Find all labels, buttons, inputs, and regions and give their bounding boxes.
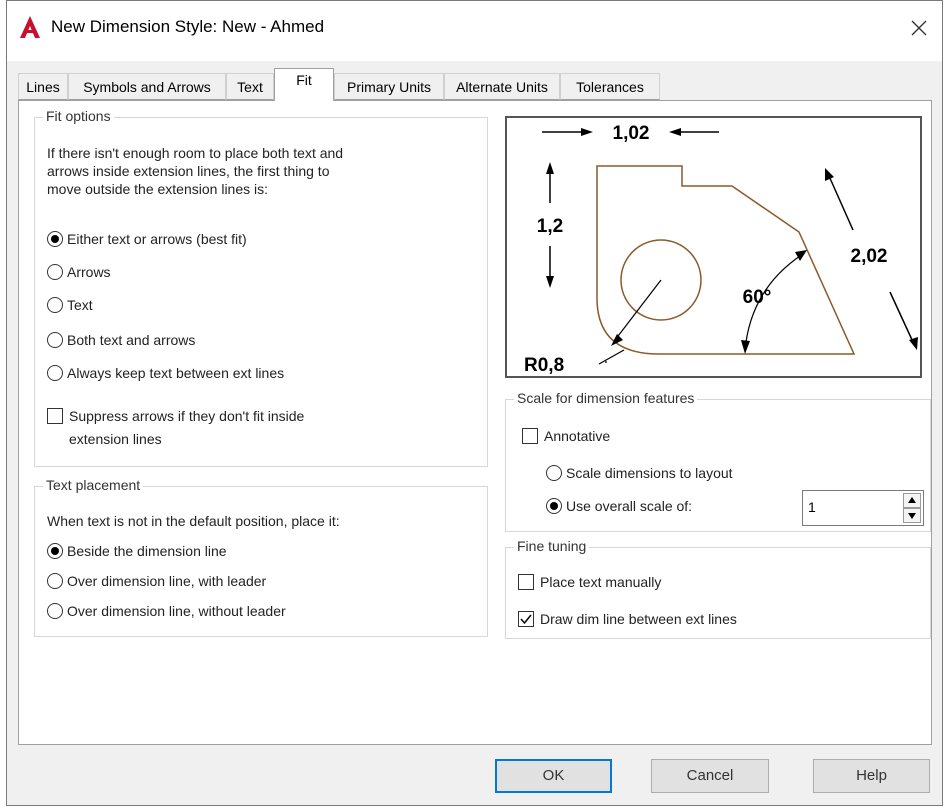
either-text-or-arrows-radio[interactable]: [47, 231, 63, 247]
left-dimension-text: 1,2: [537, 216, 563, 237]
autocad-logo-icon: [20, 16, 40, 38]
beside-dimension-line-label[interactable]: Beside the dimension line: [67, 543, 227, 560]
arrows-label[interactable]: Arrows: [67, 264, 111, 281]
tab-text[interactable]: Text: [226, 73, 274, 100]
suppress-arrows-checkbox[interactable]: [47, 408, 63, 424]
text-label[interactable]: Text: [67, 297, 93, 314]
cancel-button[interactable]: Cancel: [651, 759, 769, 793]
beside-dimension-line-radio[interactable]: [47, 543, 63, 559]
dialog-window: New Dimension Style: New - Ahmed Lines S…: [6, 0, 943, 806]
annotative-label[interactable]: Annotative: [544, 428, 610, 445]
overall-scale-label[interactable]: Use overall scale of:: [566, 498, 692, 515]
dimension-preview: 1,02 1,2 R0,8 60° 2,02: [505, 116, 922, 378]
tab-symbols-and-arrows[interactable]: Symbols and Arrows: [68, 73, 226, 100]
suppress-arrows-label[interactable]: extension lines: [69, 431, 162, 448]
preview-drawing: 1,02 1,2 R0,8 60° 2,02: [524, 123, 918, 376]
text-placement-group: Text placement When text is not in the d…: [34, 477, 488, 637]
over-with-leader-label[interactable]: Over dimension line, with leader: [67, 573, 266, 590]
place-text-manually-label[interactable]: Place text manually: [540, 574, 661, 591]
scale-title: Scale for dimension features: [514, 390, 698, 406]
arrows-radio[interactable]: [47, 264, 63, 280]
text-placement-description: When text is not in the default position…: [47, 513, 340, 529]
top-dimension-text: 1,02: [613, 123, 650, 144]
both-text-and-arrows-label[interactable]: Both text and arrows: [67, 332, 195, 349]
text-placement-title: Text placement: [43, 477, 144, 493]
always-keep-text-label[interactable]: Always keep text between ext lines: [67, 365, 284, 382]
ok-button[interactable]: OK: [495, 759, 612, 793]
over-without-leader-label[interactable]: Over dimension line, without leader: [67, 603, 286, 620]
fit-description-line: If there isn't enough room to place both…: [47, 145, 344, 161]
tab-lines[interactable]: Lines: [18, 73, 68, 100]
radius-dimension-text: R0,8: [524, 355, 564, 376]
either-text-or-arrows-label[interactable]: Either text or arrows (best fit): [67, 231, 247, 248]
tab-alternate-units[interactable]: Alternate Units: [444, 73, 560, 100]
right-dimension-text: 2,02: [851, 246, 888, 267]
scale-to-layout-radio[interactable]: [546, 465, 562, 481]
fine-tuning-title: Fine tuning: [514, 538, 590, 554]
draw-dim-line-checkbox[interactable]: [518, 611, 534, 627]
suppress-arrows-label[interactable]: Suppress arrows if they don't fit inside: [69, 408, 304, 425]
window-title: New Dimension Style: New - Ahmed: [51, 17, 325, 36]
fit-description-line: arrows inside extension lines, the first…: [47, 163, 330, 179]
scale-to-layout-label[interactable]: Scale dimensions to layout: [566, 465, 733, 482]
fine-tuning-group: Fine tuning Place text manually Draw dim…: [505, 538, 931, 639]
fit-options-group: Fit options If there isn't enough room t…: [34, 108, 488, 467]
place-text-manually-checkbox[interactable]: [518, 574, 534, 590]
fit-tab-panel: Fit options If there isn't enough room t…: [18, 100, 932, 745]
fit-description-line: move outside the extension lines is:: [47, 181, 269, 197]
checkmark-icon: [520, 614, 532, 625]
over-with-leader-radio[interactable]: [47, 573, 63, 589]
draw-dim-line-label[interactable]: Draw dim line between ext lines: [540, 611, 737, 628]
close-icon[interactable]: [906, 15, 932, 41]
tab-fit[interactable]: Fit: [274, 68, 334, 101]
overall-scale-input[interactable]: 1: [802, 490, 924, 526]
overall-scale-radio[interactable]: [546, 498, 562, 514]
help-button[interactable]: Help: [813, 759, 930, 793]
tab-primary-units[interactable]: Primary Units: [334, 73, 444, 100]
annotative-checkbox[interactable]: [522, 428, 538, 444]
both-text-and-arrows-radio[interactable]: [47, 332, 63, 348]
title-bar: New Dimension Style: New - Ahmed: [7, 1, 942, 61]
angle-dimension-text: 60°: [743, 287, 772, 308]
always-keep-text-radio[interactable]: [47, 365, 63, 381]
fit-options-title: Fit options: [43, 108, 114, 124]
spin-up-button[interactable]: [903, 493, 921, 508]
text-radio[interactable]: [47, 297, 63, 313]
triangle-down-icon: [908, 513, 916, 519]
triangle-up-icon: [908, 497, 916, 503]
overall-scale-value[interactable]: 1: [808, 499, 816, 515]
tab-tolerances[interactable]: Tolerances: [560, 73, 660, 100]
spin-down-button[interactable]: [903, 508, 921, 523]
over-without-leader-radio[interactable]: [47, 603, 63, 619]
